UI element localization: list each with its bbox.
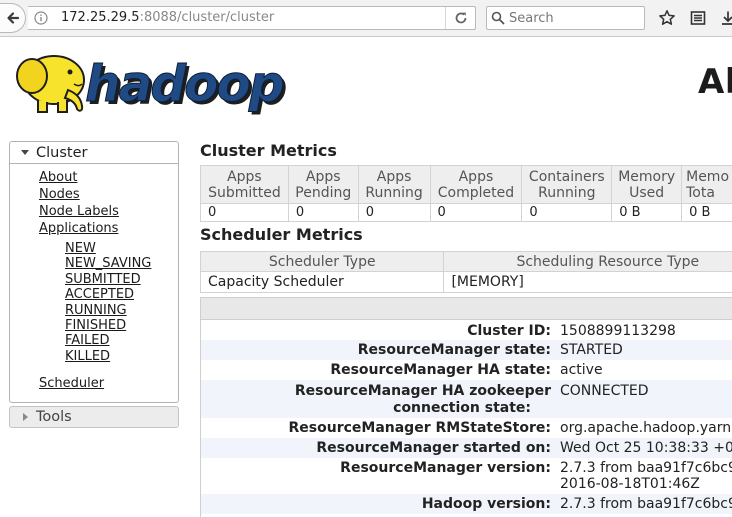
star-icon <box>658 9 676 27</box>
info-value: 2.7.3 from baa91f7c6bc9 <box>560 495 732 513</box>
column-header-apps-pending[interactable]: AppsPending <box>288 166 358 204</box>
sidebar-link-about[interactable]: About <box>39 170 77 185</box>
sidebar-tools-label: Tools <box>36 409 72 425</box>
scheduler-metrics-table: Scheduler Type Scheduling Resource Type … <box>200 251 732 293</box>
cluster-metrics-title: Cluster Metrics <box>200 141 337 160</box>
table-cell: 0 <box>358 204 430 222</box>
info-value: Wed Oct 25 10:38:33 +0 <box>560 439 732 457</box>
info-value: 1508899113298 <box>560 322 676 340</box>
column-header-scheduling-resource-type[interactable]: Scheduling Resource Type <box>444 252 732 272</box>
sidebar-app-state-new-saving[interactable]: NEW_SAVING <box>65 256 151 271</box>
info-row-cluster-id: Cluster ID: 1508899113298 <box>201 320 732 340</box>
sidebar-link-nodes[interactable]: Nodes <box>39 187 80 202</box>
info-row-rm-version: ResourceManager version: 2.7.3 from baa9… <box>201 458 732 494</box>
scheduler-metrics-title: Scheduler Metrics <box>200 225 363 244</box>
info-row-rm-ha-zookeeper: ResourceManager HA zookeeper connection … <box>201 380 732 418</box>
info-key: ResourceManager started on: <box>316 439 551 457</box>
column-header-memory-total[interactable]: MemoTota <box>682 166 732 204</box>
info-row-rm-started-on: ResourceManager started on: Wed Oct 25 1… <box>201 438 732 458</box>
sidebar-link-node-labels[interactable]: Node Labels <box>39 204 119 219</box>
reading-list-button[interactable] <box>688 8 708 28</box>
bookmark-star-button[interactable] <box>657 8 677 28</box>
info-key: ResourceManager state: <box>358 341 551 359</box>
column-header-apps-completed[interactable]: AppsCompleted <box>430 166 522 204</box>
info-key: Cluster ID: <box>467 322 551 340</box>
url-text: 172.25.29.5:8088/cluster/cluster <box>61 7 274 29</box>
table-cell: 0 <box>201 204 289 222</box>
info-key: ResourceManager HA state: <box>330 361 551 379</box>
hadoop-wordmark: hadoop <box>85 55 283 113</box>
sidebar-link-scheduler[interactable]: Scheduler <box>39 376 104 391</box>
info-value: org.apache.hadoop.yarn. <box>560 419 732 437</box>
browser-toolbar: 172.25.29.5:8088/cluster/cluster <box>0 0 732 37</box>
table-row: Capacity Scheduler [MEMORY] <box>201 272 732 293</box>
table-cell: [MEMORY] <box>444 272 732 293</box>
table-cell: 0 <box>430 204 522 222</box>
sidebar-app-state-failed[interactable]: FAILED <box>65 333 109 348</box>
info-key: ResourceManager version: <box>340 459 551 477</box>
info-key-continued: connection state: <box>393 399 531 417</box>
column-header-apps-submitted[interactable]: AppsSubmitted <box>201 166 289 204</box>
table-row: 0 0 0 0 0 0 B 0 B <box>201 204 732 222</box>
triangle-down-icon <box>21 150 29 155</box>
table-cell: 0 B <box>682 204 732 222</box>
cluster-info-header <box>201 298 732 320</box>
sidebar-tools-header[interactable]: Tools <box>9 406 179 428</box>
table-cell: 0 <box>522 204 612 222</box>
back-button[interactable] <box>0 3 26 33</box>
reload-icon <box>454 11 468 25</box>
sidebar-app-state-killed[interactable]: KILLED <box>65 349 110 364</box>
search-input[interactable] <box>509 9 639 27</box>
site-info-icon[interactable] <box>34 11 48 25</box>
info-row-rm-state: ResourceManager state: STARTED <box>201 340 732 360</box>
sidebar-link-applications[interactable]: Applications <box>39 221 118 236</box>
table-cell: 0 <box>288 204 358 222</box>
info-row-hadoop-version: Hadoop version: 2.7.3 from baa91f7c6bc9 <box>201 494 732 514</box>
info-row-rm-ha-state: ResourceManager HA state: active <box>201 360 732 380</box>
address-bar[interactable]: 172.25.29.5:8088/cluster/cluster <box>28 6 476 30</box>
page-title: Ab <box>698 62 732 102</box>
sidebar-app-state-submitted[interactable]: SUBMITTED <box>65 272 141 287</box>
sidebar-app-state-new[interactable]: NEW <box>65 241 96 256</box>
info-row-rm-statestore: ResourceManager RMStateStore: org.apache… <box>201 418 732 438</box>
info-key: ResourceManager RMStateStore: <box>289 419 552 437</box>
cluster-info-panel: Cluster ID: 1508899113298 ResourceManage… <box>200 297 732 517</box>
bookmarks-icon <box>690 10 706 26</box>
table-cell: 0 B <box>612 204 682 222</box>
sidebar-app-state-running[interactable]: RUNNING <box>65 303 127 318</box>
sidebar-cluster-panel: Cluster About Nodes Node Labels Applicat… <box>9 141 179 403</box>
column-header-containers-running[interactable]: ContainersRunning <box>522 166 612 204</box>
back-arrow-icon <box>6 11 20 25</box>
search-bar[interactable] <box>486 6 645 30</box>
cluster-metrics-table: AppsSubmitted AppsPending AppsRunning Ap… <box>200 165 732 222</box>
column-header-apps-running[interactable]: AppsRunning <box>358 166 430 204</box>
hadoop-elephant-logo-icon: hadoop hadoop <box>10 46 310 118</box>
info-value: CONNECTED <box>560 382 649 400</box>
info-value: STARTED <box>560 341 623 359</box>
downloads-button[interactable] <box>718 8 732 28</box>
url-path: :8088/cluster/cluster <box>140 10 275 25</box>
search-icon <box>491 11 505 25</box>
column-header-scheduler-type[interactable]: Scheduler Type <box>201 252 444 272</box>
triangle-right-icon <box>23 413 28 421</box>
hadoop-logo[interactable]: hadoop hadoop <box>10 46 310 118</box>
download-icon <box>720 10 732 26</box>
reload-button[interactable] <box>445 7 475 29</box>
info-value-continued: 2016-08-18T01:46Z <box>560 475 700 493</box>
table-cell: Capacity Scheduler <box>201 272 444 293</box>
info-key: ResourceManager HA zookeeper <box>295 382 551 400</box>
info-key: Hadoop version: <box>422 495 551 513</box>
sidebar-cluster-label: Cluster <box>36 145 87 161</box>
column-header-memory-used[interactable]: MemoryUsed <box>612 166 682 204</box>
url-host: 172.25.29.5 <box>61 10 140 25</box>
sidebar-app-state-accepted[interactable]: ACCEPTED <box>65 287 134 302</box>
sidebar-cluster-header[interactable]: Cluster <box>10 142 178 164</box>
info-value: active <box>560 361 603 379</box>
sidebar-app-state-finished[interactable]: FINISHED <box>65 318 126 333</box>
